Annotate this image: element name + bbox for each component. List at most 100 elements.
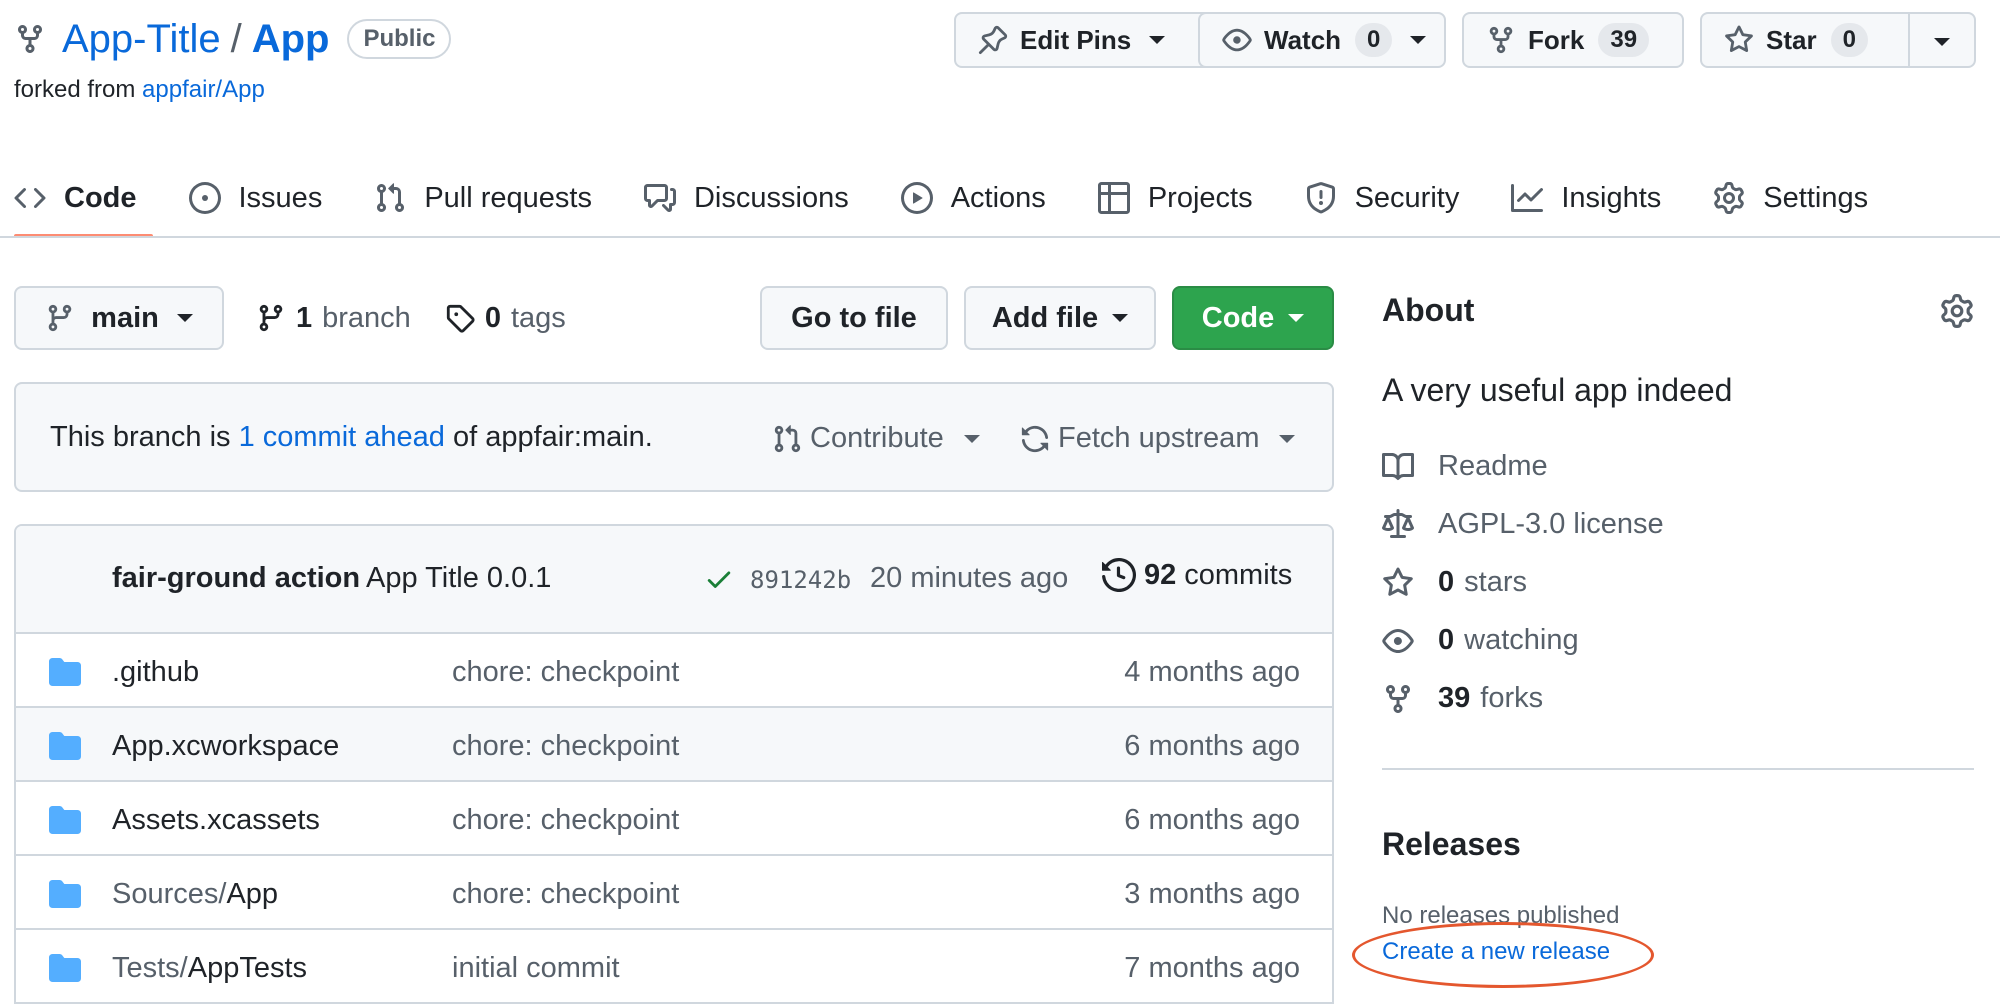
chevron-down-icon bbox=[1288, 314, 1305, 322]
code-download-button[interactable]: Code bbox=[1172, 286, 1334, 350]
file-name-link[interactable]: Sources/App bbox=[112, 878, 278, 911]
readme-link[interactable]: Readme bbox=[1382, 450, 1548, 483]
tab-label: Pull requests bbox=[424, 181, 592, 214]
tab-security[interactable]: Security bbox=[1305, 158, 1460, 238]
star-divider bbox=[1908, 12, 1910, 68]
gear-icon[interactable] bbox=[1940, 294, 1974, 328]
repo-forked-icon bbox=[1489, 26, 1513, 54]
branch-count: 1 bbox=[296, 301, 313, 334]
star-button[interactable]: Star 0 bbox=[1700, 12, 1976, 68]
tab-code[interactable]: Code bbox=[14, 158, 152, 238]
pull-request-icon bbox=[377, 183, 405, 213]
tag-icon bbox=[446, 304, 475, 333]
contribute-dropdown[interactable]: Contribute bbox=[772, 422, 980, 455]
tab-actions[interactable]: Actions bbox=[900, 158, 1046, 238]
go-to-file-button[interactable]: Go to file bbox=[760, 286, 948, 350]
repo-nav-tabs: Code Issues Pull requests Discussions Ac… bbox=[14, 158, 2000, 238]
file-commit-message[interactable]: chore: checkpoint bbox=[452, 656, 679, 689]
watchers-link[interactable]: 0 watching bbox=[1382, 624, 1579, 657]
git-branch-icon bbox=[48, 304, 72, 332]
file-age: 4 months ago bbox=[1124, 656, 1300, 688]
star-icon bbox=[1383, 567, 1413, 596]
commit-author-link[interactable]: fair-ground action bbox=[112, 562, 360, 595]
tab-pull-requests[interactable]: Pull requests bbox=[374, 158, 592, 238]
add-file-button[interactable]: Add file bbox=[964, 286, 1156, 350]
branch-selector[interactable]: main bbox=[14, 286, 224, 350]
file-commit-message[interactable]: chore: checkpoint bbox=[452, 878, 679, 911]
tab-label: Issues bbox=[238, 181, 323, 214]
eye-icon bbox=[1222, 28, 1252, 52]
check-icon[interactable] bbox=[704, 564, 734, 594]
visibility-badge: Public bbox=[347, 19, 452, 59]
file-commit-message[interactable]: chore: checkpoint bbox=[452, 730, 679, 763]
watching-label: watching bbox=[1464, 624, 1579, 656]
tabs-divider bbox=[0, 236, 2000, 238]
tags-link[interactable]: 0 tags bbox=[445, 302, 566, 335]
license-label: AGPL-3.0 license bbox=[1438, 508, 1664, 540]
tab-discussions[interactable]: Discussions bbox=[643, 158, 849, 238]
commit-message-link[interactable]: App Title 0.0.1 bbox=[366, 562, 551, 595]
file-row: .github chore: checkpoint 4 months ago bbox=[16, 634, 1332, 708]
edit-pins-button[interactable]: Edit Pins bbox=[954, 12, 1220, 68]
readme-label: Readme bbox=[1438, 450, 1548, 482]
forks-link[interactable]: 39 forks bbox=[1382, 682, 1543, 715]
fork-button[interactable]: Fork 39 bbox=[1462, 12, 1684, 68]
commits-ahead-link[interactable]: 1 commit ahead bbox=[239, 421, 445, 454]
fetch-upstream-dropdown[interactable]: Fetch upstream bbox=[1020, 422, 1296, 455]
releases-heading[interactable]: Releases bbox=[1382, 826, 1521, 863]
commit-history-link[interactable]: 92 commits bbox=[1102, 558, 1292, 592]
file-name-link[interactable]: Tests/AppTests bbox=[112, 952, 307, 985]
chevron-down-icon bbox=[1279, 434, 1296, 443]
issue-icon bbox=[188, 182, 221, 214]
fork-count: 39 bbox=[1598, 23, 1650, 57]
watch-count: 0 bbox=[1355, 23, 1393, 57]
star-icon bbox=[1725, 25, 1753, 53]
folder-icon bbox=[49, 658, 81, 686]
tab-label: Code bbox=[64, 181, 137, 214]
folder-icon bbox=[49, 806, 81, 834]
file-commit-message[interactable]: chore: checkpoint bbox=[452, 804, 679, 837]
stars-link[interactable]: 0 stars bbox=[1382, 566, 1527, 599]
add-file-label: Add file bbox=[991, 301, 1099, 334]
sidebar-divider bbox=[1382, 768, 1974, 770]
stars-count: 0 bbox=[1438, 566, 1455, 598]
forked-from-link[interactable]: appfair/App bbox=[142, 76, 265, 103]
edit-pins-label: Edit Pins bbox=[1020, 24, 1132, 55]
file-name-link[interactable]: Assets.xcassets bbox=[112, 804, 320, 837]
tab-label: Security bbox=[1354, 181, 1460, 214]
file-age: 7 months ago bbox=[1124, 952, 1300, 984]
file-name-link[interactable]: App.xcworkspace bbox=[112, 730, 339, 763]
gear-icon bbox=[1714, 182, 1745, 214]
commit-time: 20 minutes ago bbox=[870, 562, 1069, 594]
star-count: 0 bbox=[1830, 23, 1868, 57]
folder-icon bbox=[49, 954, 81, 982]
license-link[interactable]: AGPL-3.0 license bbox=[1382, 508, 1664, 541]
repo-name-link[interactable]: App bbox=[252, 17, 330, 62]
file-name-link[interactable]: .github bbox=[112, 656, 199, 689]
file-row: App.xcworkspace chore: checkpoint 6 mont… bbox=[16, 708, 1332, 782]
repo-owner-link[interactable]: App-Title bbox=[62, 17, 221, 62]
file-age: 6 months ago bbox=[1124, 804, 1300, 836]
file-table: fair-ground action App Title 0.0.1 89124… bbox=[14, 524, 1334, 1004]
commit-sha-link[interactable]: 891242b bbox=[750, 566, 851, 594]
watch-button[interactable]: Watch 0 bbox=[1198, 12, 1446, 68]
go-to-file-label: Go to file bbox=[791, 301, 917, 334]
file-commit-message[interactable]: initial commit bbox=[452, 952, 620, 985]
discussion-icon bbox=[643, 184, 676, 212]
forks-count: 39 bbox=[1438, 682, 1471, 714]
chevron-down-icon bbox=[1112, 314, 1129, 322]
tab-settings[interactable]: Settings bbox=[1713, 158, 1868, 238]
ahead-prefix: This branch is bbox=[50, 420, 231, 453]
file-age: 6 months ago bbox=[1124, 730, 1300, 762]
repo-forked-icon bbox=[18, 25, 42, 54]
commit-count: 92 bbox=[1144, 558, 1177, 591]
tab-insights[interactable]: Insights bbox=[1511, 158, 1661, 238]
chevron-down-icon bbox=[963, 434, 980, 443]
stars-label: stars bbox=[1464, 566, 1527, 598]
forked-from: forked from appfair/App bbox=[14, 76, 265, 104]
tab-projects[interactable]: Projects bbox=[1097, 158, 1253, 238]
tab-issues[interactable]: Issues bbox=[188, 158, 323, 238]
star-list-dropdown-icon[interactable] bbox=[1934, 38, 1950, 46]
pull-request-icon bbox=[774, 424, 801, 452]
branches-link[interactable]: 1 branch bbox=[256, 302, 411, 335]
